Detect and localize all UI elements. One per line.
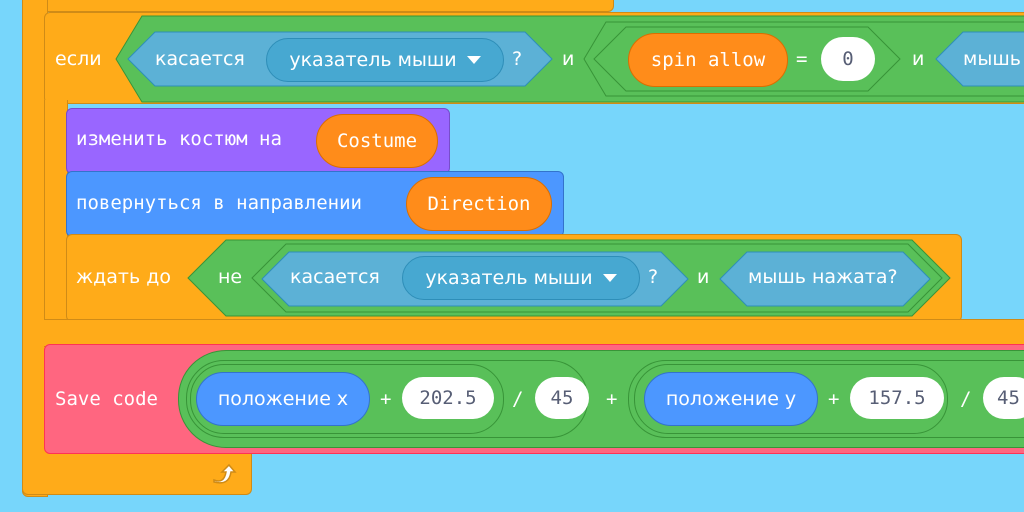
x-divisor-value: 45 bbox=[550, 386, 574, 409]
divide-sign-1: / bbox=[512, 388, 524, 410]
x-position-label: положение x bbox=[217, 387, 349, 410]
direction-value: Direction bbox=[427, 192, 531, 215]
wait-until-label: ждать до bbox=[76, 266, 171, 288]
touching-suffix-wait: ? bbox=[648, 266, 659, 288]
touching-suffix: ? bbox=[512, 48, 523, 70]
y-divisor-input[interactable]: 45 bbox=[983, 377, 1024, 419]
equals-value-input[interactable]: 0 bbox=[821, 37, 875, 81]
variable-reporter-spin-allow[interactable]: spin allow bbox=[628, 33, 788, 87]
dropdown-triangle-icon bbox=[466, 56, 481, 64]
touching-menu-value: указатель мыши bbox=[289, 48, 457, 71]
control-c-block[interactable] bbox=[22, 0, 614, 12]
y-offset-value: 157.5 bbox=[868, 386, 926, 409]
y-position-label: положение y bbox=[665, 387, 797, 410]
mouse-down-label: мышь нажата? bbox=[748, 266, 898, 288]
touching-menu-dropdown-wait[interactable]: указатель мыши bbox=[402, 256, 640, 300]
if-label: если bbox=[55, 48, 102, 70]
if-block-arm bbox=[44, 100, 68, 322]
touching-label-wait: касается bbox=[290, 266, 380, 288]
and-label-2: и bbox=[912, 48, 925, 70]
x-position-reporter[interactable]: положение x bbox=[196, 372, 370, 426]
x-offset-value: 202.5 bbox=[419, 386, 477, 409]
y-divisor-value: 45 bbox=[997, 386, 1020, 409]
dropdown-triangle-icon bbox=[602, 274, 617, 282]
loop-arrow-icon bbox=[210, 462, 238, 486]
point-direction-label: повернуться в направлении bbox=[76, 192, 362, 214]
variable-name: spin allow bbox=[650, 48, 766, 71]
direction-reporter[interactable]: Direction bbox=[406, 177, 552, 231]
plus-sign-1: + bbox=[380, 388, 392, 410]
costume-reporter[interactable]: Costume bbox=[316, 114, 438, 168]
divide-sign-2: / bbox=[960, 388, 972, 410]
touching-menu-dropdown[interactable]: указатель мыши bbox=[266, 38, 504, 82]
mouse-label: мышь bbox=[963, 48, 1021, 70]
and-label-wait: и bbox=[697, 266, 710, 288]
save-code-label: Save code bbox=[55, 388, 158, 410]
equals-value: 0 bbox=[842, 47, 854, 70]
equals-sign: = bbox=[796, 48, 808, 70]
y-offset-input[interactable]: 157.5 bbox=[850, 377, 944, 419]
plus-sign-2: + bbox=[606, 388, 618, 410]
x-offset-input[interactable]: 202.5 bbox=[402, 377, 494, 419]
not-label: не bbox=[218, 266, 243, 288]
y-position-reporter[interactable]: положение y bbox=[644, 372, 818, 426]
touching-menu-value-wait: указатель мыши bbox=[425, 266, 593, 289]
costume-value: Costume bbox=[336, 129, 418, 152]
touching-label: касается bbox=[155, 48, 245, 70]
plus-sign-3: + bbox=[828, 388, 840, 410]
and-label-1: и bbox=[562, 48, 575, 70]
x-divisor-input[interactable]: 45 bbox=[535, 377, 589, 419]
switch-costume-label: изменить костюм на bbox=[76, 128, 282, 150]
if-block-bottom bbox=[44, 319, 1024, 347]
